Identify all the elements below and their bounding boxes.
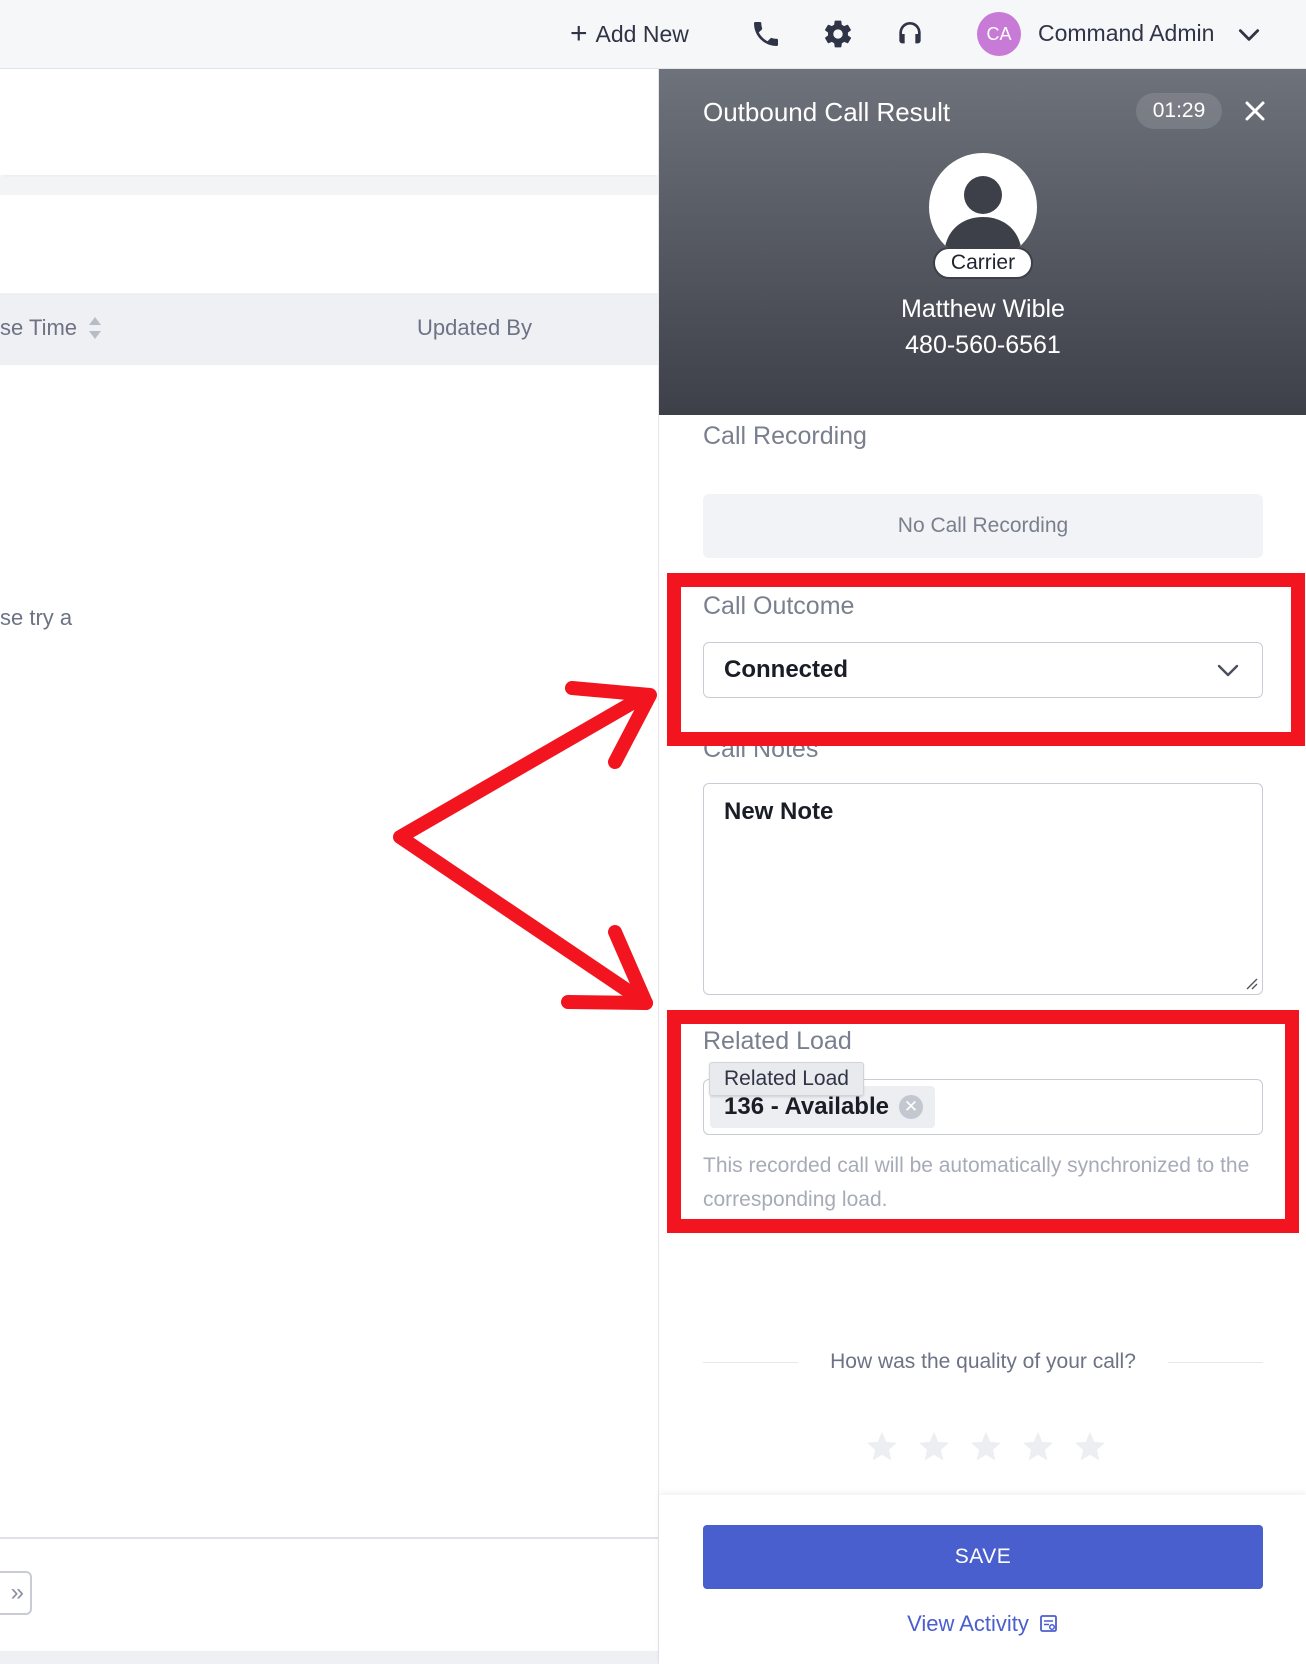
annotation-arrows-icon — [393, 681, 657, 1010]
